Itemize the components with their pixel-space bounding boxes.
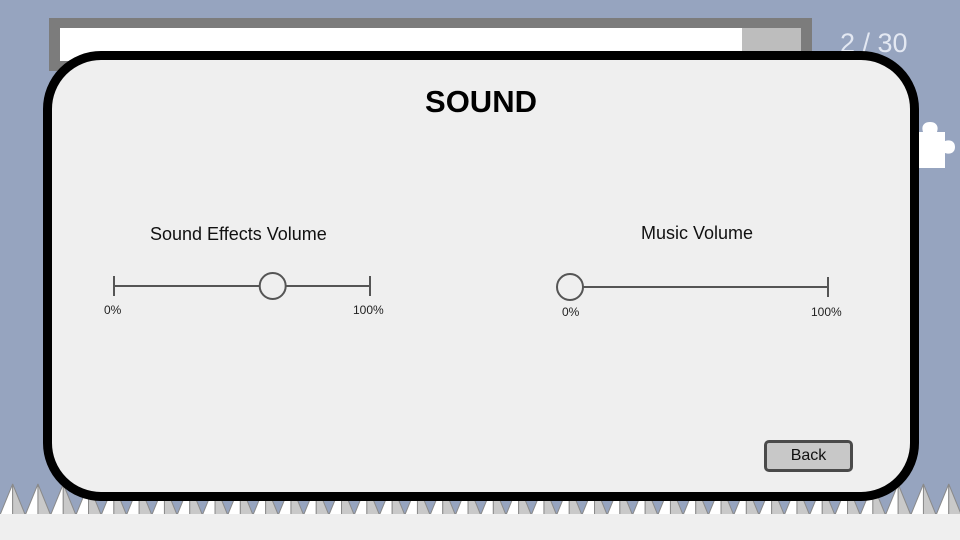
spike-shade — [12, 483, 27, 516]
spike-shade — [922, 483, 937, 516]
slider-handle[interactable] — [556, 273, 584, 301]
spike — [24, 483, 39, 516]
spike — [935, 483, 950, 516]
sound-effects-slider[interactable] — [113, 272, 372, 302]
spike — [49, 483, 64, 516]
spike-shade — [897, 483, 912, 516]
sound-effects-label: Sound Effects Volume — [150, 224, 327, 244]
spike — [0, 483, 14, 516]
dialog-title: SOUND — [425, 84, 537, 119]
slider-handle[interactable] — [258, 272, 287, 300]
music-volume-slider[interactable] — [556, 273, 830, 303]
spike-shade — [37, 483, 52, 516]
music-volume-label: Music Volume — [641, 223, 754, 243]
music-volume-max-label: 100% — [811, 305, 842, 319]
back-button[interactable]: Back — [764, 440, 853, 472]
sound-effects-max-label: 100% — [353, 303, 384, 317]
sound-settings-dialog: SOUND Sound Effects Volume 0% 100% Music… — [43, 51, 919, 501]
spike — [910, 483, 924, 516]
ground — [0, 514, 960, 540]
spike-shade — [948, 483, 960, 516]
music-volume-min-label: 0% — [562, 305, 580, 319]
sound-effects-min-label: 0% — [104, 303, 122, 317]
